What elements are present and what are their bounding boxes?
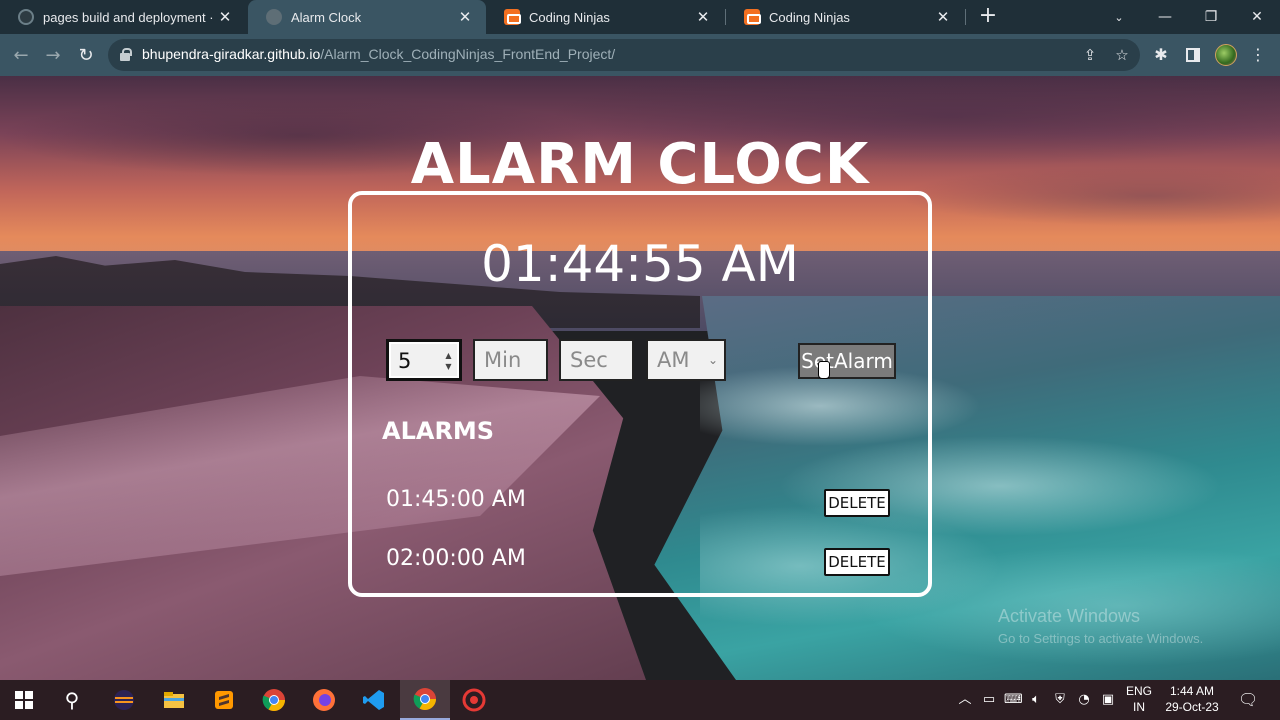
start-button[interactable] [10,686,38,714]
security-shield-icon[interactable]: ⛨ [1051,691,1069,709]
delete-alarm-button[interactable]: DELETE [824,489,890,517]
new-tab-button[interactable]: + [976,5,1000,29]
hand-cursor-icon [818,361,830,379]
profile-avatar[interactable] [1215,44,1237,66]
tab-github-pages[interactable]: pages build and deployment · Bl ✕ [0,0,246,34]
side-panel-icon[interactable] [1186,48,1200,62]
alarm-time: 01:45:00 AM [386,487,526,512]
notifications-icon[interactable]: 🗨︎ [1238,691,1258,709]
chevron-down-icon: ⌄ [707,353,718,367]
language-code: ENG [1125,684,1152,698]
wifi-icon[interactable]: ◔ [1075,691,1093,709]
close-window-button[interactable]: ✕ [1234,0,1280,34]
windows-logo-icon [15,691,33,709]
minimize-button[interactable]: — [1142,0,1188,34]
vscode-icon[interactable] [360,686,388,714]
windows-taskbar: ⚲ ︿ ▭ ⌨ 🔈︎ ⛨ ◔ ▣ ENG IN 1:44 AM 29-Oct-2… [0,680,1280,720]
tab-separator [965,9,966,25]
minute-input[interactable]: Min [473,339,548,381]
speaker-icon[interactable]: 🔈︎ [1027,691,1045,709]
firefox-icon[interactable] [310,686,338,714]
page-title: ALARM CLOCK [410,132,870,197]
number-spinner-icon[interactable]: ▲ ▼ [444,350,453,372]
share-icon[interactable]: ⇪ [1080,45,1100,65]
language-indicator[interactable]: ENG IN [1122,680,1156,720]
region-code: IN [1133,700,1145,714]
restore-button[interactable]: ❐ [1188,0,1234,34]
url-path: /Alarm_Clock_CodingNinjas_FrontEnd_Proje… [320,46,616,62]
taskbar-date: 29-Oct-23 [1165,700,1219,714]
clock-area[interactable]: 1:44 AM 29-Oct-23 [1160,680,1224,720]
set-alarm-button[interactable]: SetAlarm [798,343,896,379]
eclipse-app-icon[interactable] [110,686,138,714]
tab-search-icon[interactable]: ⌄ [1096,0,1142,34]
extensions-icon[interactable]: ✱ [1150,44,1172,66]
search-icon[interactable]: ⚲ [58,686,86,714]
chrome-icon[interactable] [260,686,288,714]
tab-coding-ninjas-1[interactable]: Coding Ninjas ✕ [486,0,724,34]
hour-input[interactable]: 5 ▲ ▼ [386,339,462,381]
second-input[interactable]: Sec [559,339,634,381]
battery-icon[interactable]: ▭ [980,691,998,709]
taskbar-time: 1:44 AM [1169,684,1215,698]
tab-coding-ninjas-2[interactable]: Coding Ninjas ✕ [726,0,964,34]
activation-watermark-title: Activate Windows [998,606,1141,626]
ampm-select[interactable]: AM ⌄ [646,339,726,381]
tab-title: Coding Ninjas [769,9,850,25]
close-tab-icon[interactable]: ✕ [694,8,712,26]
url-text[interactable]: bhupendra-giradkar.github.io/Alarm_Clock… [142,46,615,62]
current-time-display: 01:44:55 AM [481,235,799,293]
activation-watermark-subtitle: Go to Settings to activate Windows. [998,631,1204,646]
tab-title: Alarm Clock [291,9,362,25]
address-bar[interactable]: bhupendra-giradkar.github.io/Alarm_Clock… [108,39,1140,71]
tab-strip: pages build and deployment · Bl ✕ Alarm … [0,0,1280,34]
tab-alarm-clock[interactable]: Alarm Clock ✕ [248,0,486,34]
back-button[interactable]: ← [6,40,36,70]
browser-toolbar: ← → ↻ bhupendra-giradkar.github.io/Alarm… [0,34,1280,76]
reload-button[interactable]: ↻ [71,40,101,70]
delete-alarm-button[interactable]: DELETE [824,548,890,576]
ampm-value: AM [657,348,690,372]
network-icon[interactable]: ▣ [1099,691,1117,709]
chrome-active-icon[interactable] [400,680,450,720]
file-explorer-icon[interactable] [160,686,188,714]
url-host: bhupendra-giradkar.github.io [142,46,321,62]
github-icon [18,9,34,25]
chevron-up-icon[interactable]: ︿ [956,691,974,709]
alarms-heading: ALARMS [382,417,495,445]
second-placeholder: Sec [570,348,608,372]
tab-title: Coding Ninjas [529,9,610,25]
tab-title: pages build and deployment · Bl [43,9,216,25]
sublime-text-icon[interactable] [210,686,238,714]
menu-kebab-icon[interactable]: ⋮ [1247,44,1269,66]
screen-recorder-icon[interactable] [460,686,488,714]
globe-icon [266,9,282,25]
alarm-time: 02:00:00 AM [386,546,526,571]
minute-placeholder: Min [484,348,522,372]
hour-value: 5 [398,349,412,373]
close-tab-icon[interactable]: ✕ [934,8,952,26]
bookmark-star-icon[interactable]: ☆ [1112,45,1132,65]
page-content: ALARM CLOCK 01:44:55 AM 5 ▲ ▼ Min Sec AM … [0,76,1280,680]
coding-ninjas-icon [504,9,521,25]
forward-button[interactable]: → [38,40,68,70]
lock-icon[interactable] [120,48,132,61]
coding-ninjas-icon [744,9,761,25]
alarm-card: 01:44:55 AM 5 ▲ ▼ Min Sec AM ⌄ SetAlarm A… [348,191,932,597]
close-tab-icon[interactable]: ✕ [216,8,234,26]
close-tab-icon[interactable]: ✕ [456,8,474,26]
keyboard-icon[interactable]: ⌨ [1004,691,1023,709]
